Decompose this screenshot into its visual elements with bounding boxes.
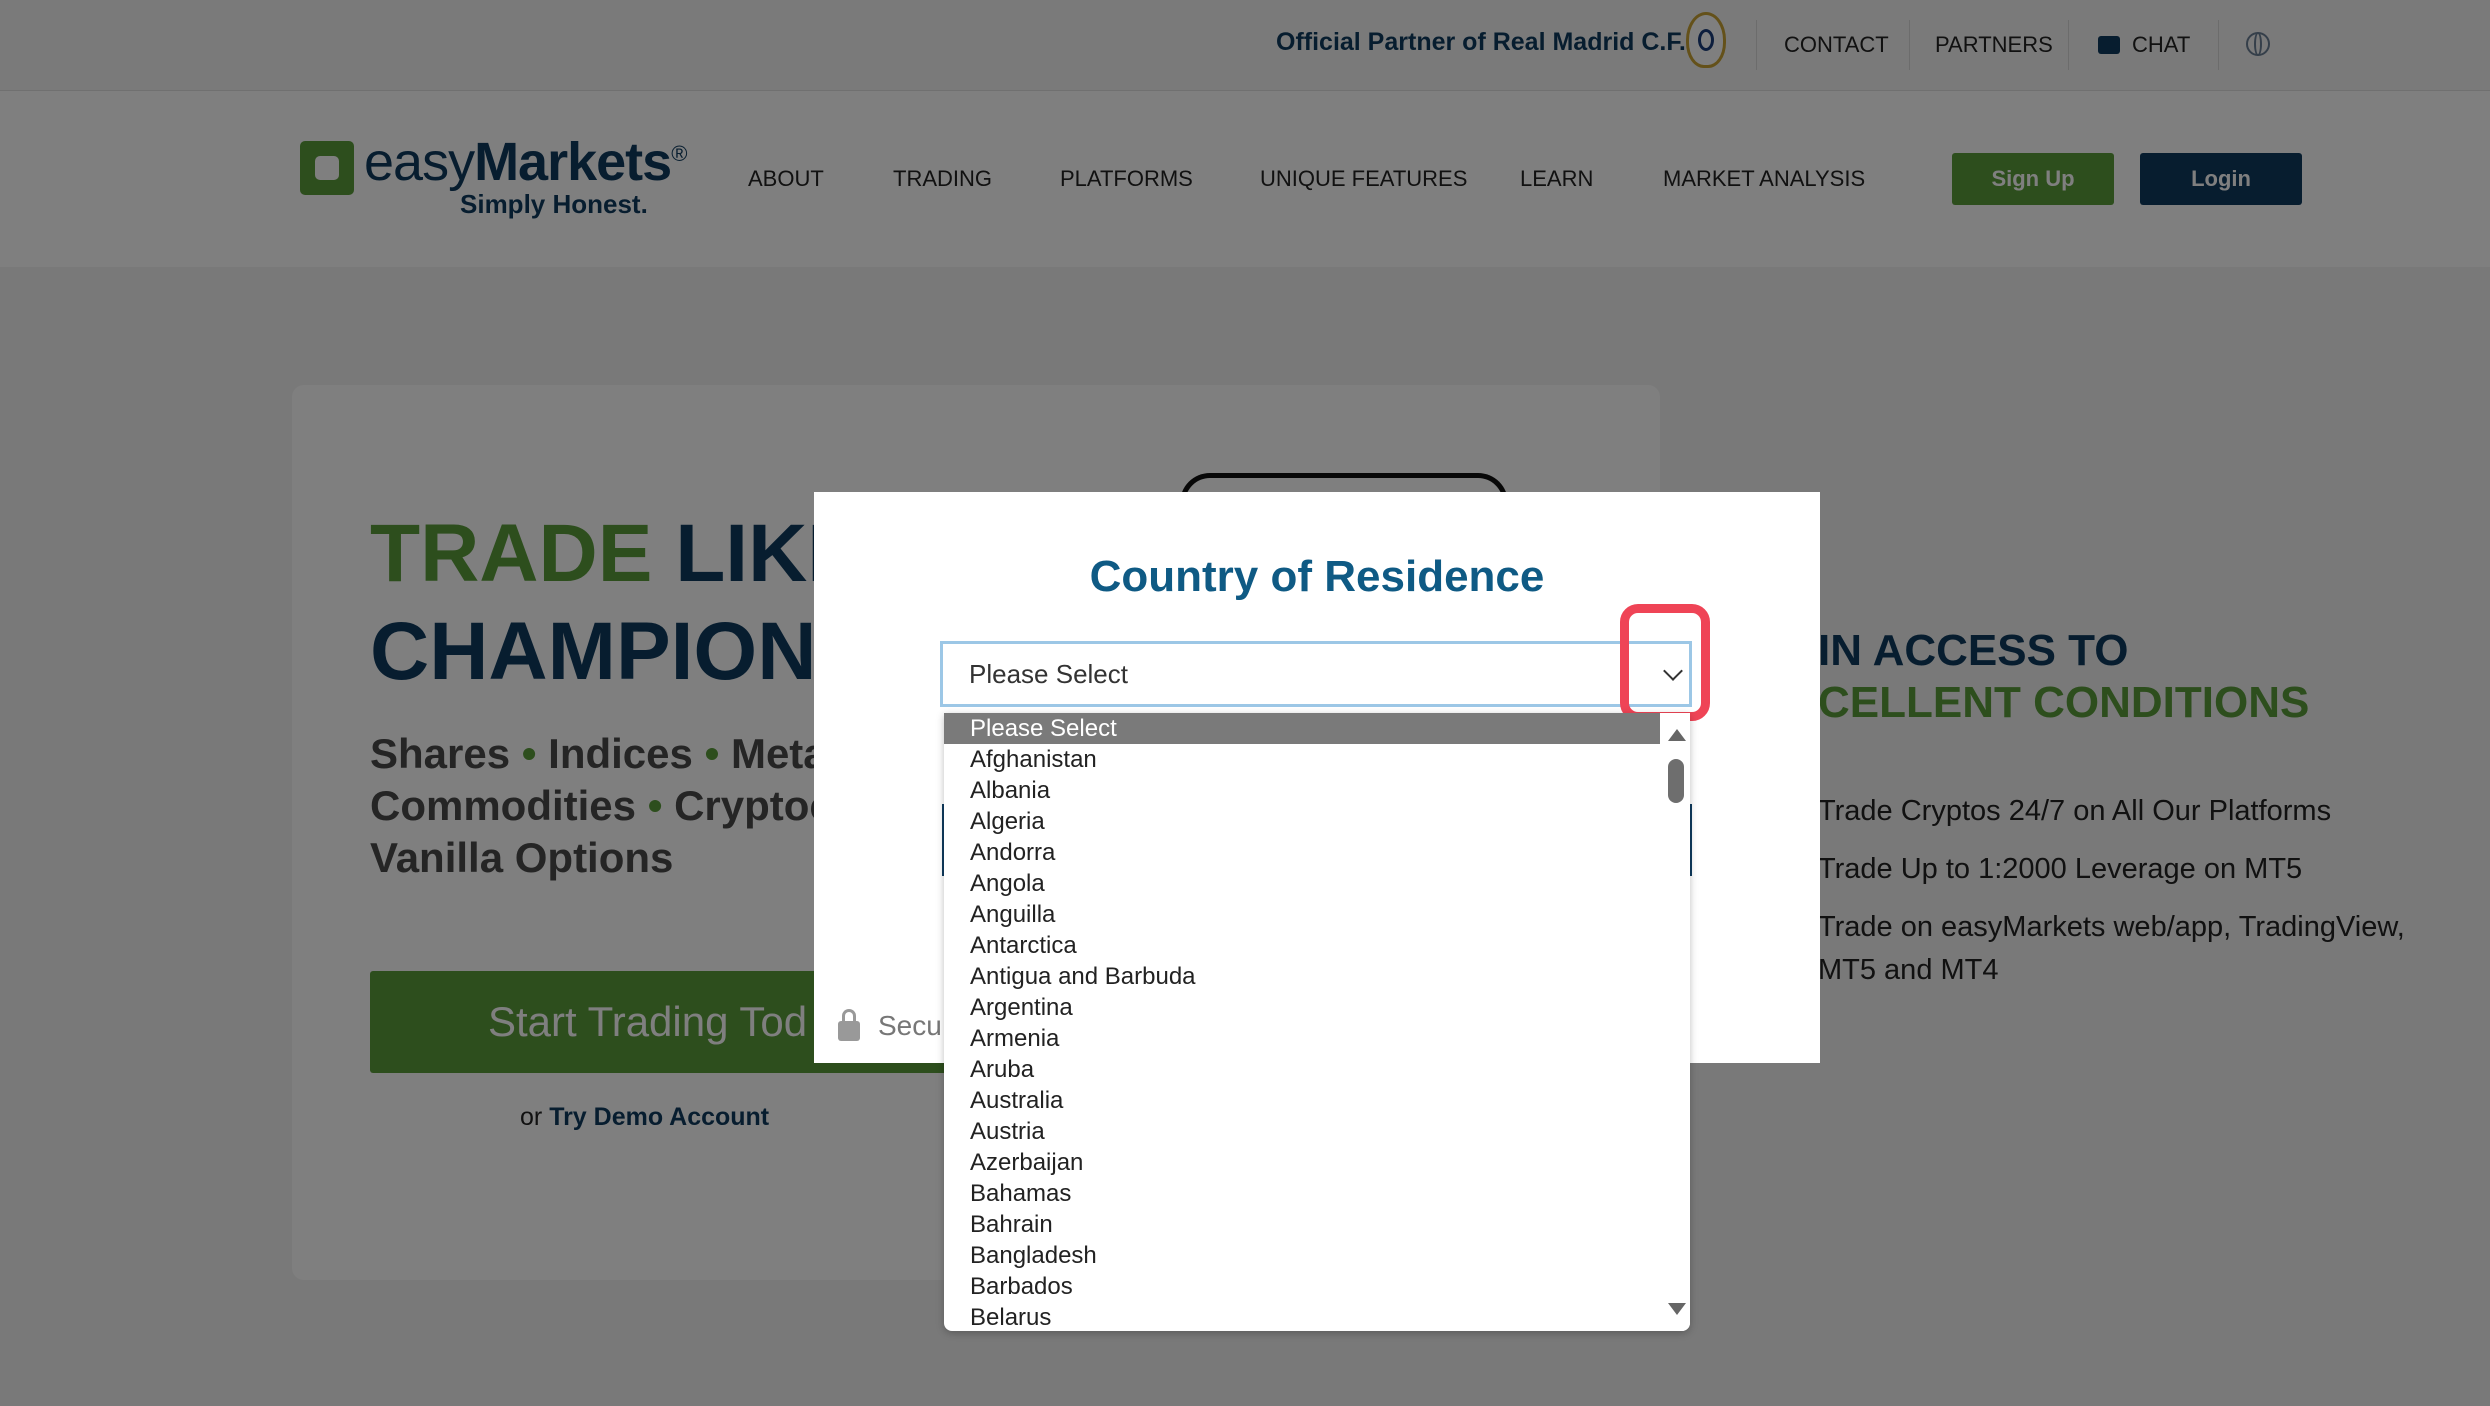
country-option[interactable]: Belarus	[944, 1302, 1660, 1331]
highlight-box	[1620, 604, 1710, 721]
country-option[interactable]: Bahamas	[944, 1178, 1660, 1209]
country-option[interactable]: Barbados	[944, 1271, 1660, 1302]
country-option[interactable]: Bangladesh	[944, 1240, 1660, 1271]
country-select[interactable]: Please Select	[940, 641, 1692, 707]
country-option[interactable]: Antigua and Barbuda	[944, 961, 1660, 992]
country-option[interactable]: Austria	[944, 1116, 1660, 1147]
country-option[interactable]: Angola	[944, 868, 1660, 899]
country-option[interactable]: Anguilla	[944, 899, 1660, 930]
country-dropdown-list[interactable]: Please Select Afghanistan Albania Algeri…	[944, 713, 1690, 1331]
modal-title: Country of Residence	[1089, 552, 1545, 601]
country-option[interactable]: Bahrain	[944, 1209, 1660, 1240]
page: Official Partner of Real Madrid C.F. CON…	[0, 0, 2490, 1406]
scroll-down-arrow-icon[interactable]	[1668, 1303, 1686, 1315]
country-option[interactable]: Aruba	[944, 1054, 1660, 1085]
country-select-value: Please Select	[969, 658, 1128, 689]
country-option[interactable]: Andorra	[944, 837, 1660, 868]
dropdown-scrollbar[interactable]	[1660, 713, 1690, 1331]
country-option[interactable]: Armenia	[944, 1023, 1660, 1054]
country-option[interactable]: Australia	[944, 1085, 1660, 1116]
country-option[interactable]: Azerbaijan	[944, 1147, 1660, 1178]
country-option[interactable]: Antarctica	[944, 930, 1660, 961]
country-option[interactable]: Please Select	[944, 713, 1660, 744]
lock-icon	[838, 1009, 860, 1041]
scroll-up-arrow-icon[interactable]	[1668, 729, 1686, 741]
country-option[interactable]: Albania	[944, 775, 1660, 806]
country-option[interactable]: Algeria	[944, 806, 1660, 837]
country-option[interactable]: Afghanistan	[944, 744, 1660, 775]
scroll-thumb[interactable]	[1668, 759, 1684, 803]
secure-text: Secu	[878, 1010, 942, 1041]
country-option[interactable]: Argentina	[944, 992, 1660, 1023]
secure-notice: Secu	[838, 1009, 942, 1042]
